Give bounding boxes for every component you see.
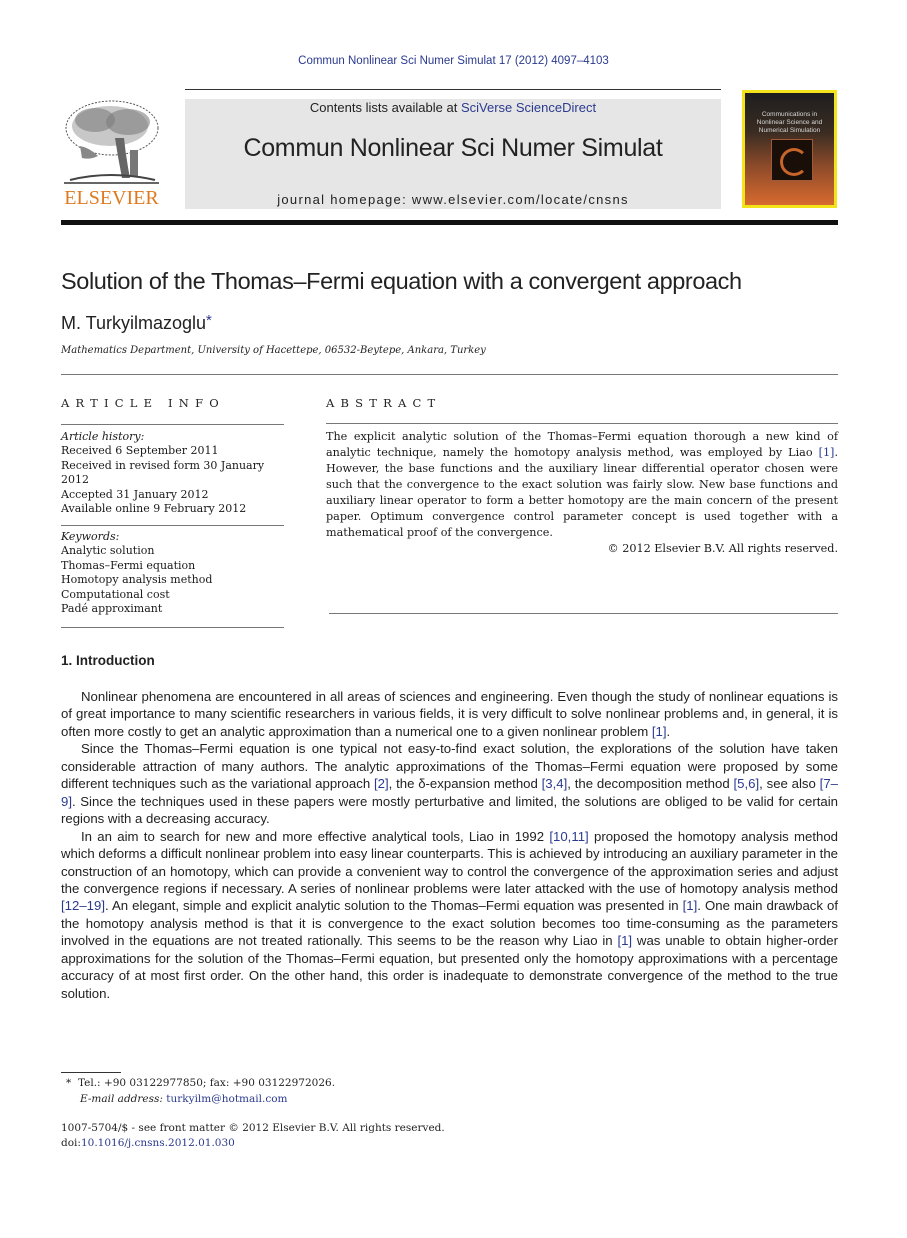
header-top-rule [185,89,721,90]
author-name: M. Turkyilmazoglu [61,313,207,333]
contents-prefix: Contents lists available at [309,100,461,115]
keyword-item: Thomas–Fermi equation [61,558,196,572]
issn-line: 1007-5704/$ - see front matter © 2012 El… [61,1122,445,1134]
author-email-link[interactable]: turkyilm@hotmail.com [166,1093,287,1105]
footnote-rule [61,1072,121,1073]
body-text-run: , see also [759,776,820,792]
citation-link[interactable]: [1] [683,898,698,913]
introduction-body: Nonlinear phenomena are encountered in a… [61,688,838,1002]
citation-link[interactable]: [5,6] [733,776,759,791]
abstract-text-part: . However, the base functions and the au… [326,446,838,539]
history-item: Available online 9 February 2012 [61,502,247,515]
footnote-contact-line: * Tel.: +90 03122977850; fax: +90 031229… [66,1075,335,1091]
article-info-rule [61,423,284,425]
header-thick-rule [61,220,838,225]
body-paragraph: In an aim to search for new and more eff… [61,828,838,1003]
author-line: M. Turkyilmazoglu* [61,312,212,334]
article-info-heading: ARTICLE INFO [61,396,225,410]
history-item: Received 6 September 2011 [61,444,219,457]
body-text-run: Nonlinear phenomena are encountered in a… [61,689,838,739]
elsevier-wordmark: ELSEVIER [64,187,159,209]
abstract-rule [326,423,838,424]
paper-title: Solution of the Thomas–Fermi equation wi… [61,268,742,294]
citation-link[interactable]: [2] [374,776,389,791]
running-head[interactable]: Commun Nonlinear Sci Numer Simulat 17 (2… [0,55,907,67]
body-text-run: . [666,723,671,739]
title-divider [61,374,838,375]
doi-link[interactable]: 10.1016/j.cnsns.2012.01.030 [81,1137,235,1149]
citation-link[interactable]: [10,11] [549,829,588,844]
keyword-item: Padé approximant [61,602,163,615]
abstract-text: The explicit analytic solution of the Th… [326,429,838,541]
footnote-email-line: E-mail address: turkyilm@hotmail.com [66,1091,335,1107]
history-item: Accepted 31 January 2012 [61,487,209,501]
front-matter: 1007-5704/$ - see front matter © 2012 El… [61,1121,445,1151]
citation-link[interactable]: [1] [819,446,835,459]
contents-line: Contents lists available at SciVerse Sci… [185,100,721,115]
keywords-label: Keywords: [61,529,120,543]
article-info: ARTICLE INFO Article history: Received 6… [61,396,284,628]
abstract-copyright: © 2012 Elsevier B.V. All rights reserved… [607,542,838,555]
cover-title: Communications in Nonlinear Science and … [756,111,823,134]
body-paragraph: Nonlinear phenomena are encountered in a… [61,688,838,740]
corresponding-author-mark[interactable]: * [206,312,212,329]
elsevier-tree-icon [64,100,159,184]
elsevier-logo[interactable]: ELSEVIER [60,98,163,210]
doi-prefix: doi: [61,1137,81,1149]
journal-title: Commun Nonlinear Sci Numer Simulat [243,134,663,162]
sciencedirect-link[interactable]: SciVerse ScienceDirect [461,100,596,115]
footnote-contact: Tel.: +90 03122977850; fax: +90 03122972… [77,1077,336,1089]
journal-homepage[interactable]: journal homepage: www.elsevier.com/locat… [185,192,721,207]
body-text-run: In an aim to search for new and more eff… [81,828,550,844]
citation-link[interactable]: [3,4] [542,776,568,791]
journal-cover-image[interactable]: Communications in Nonlinear Science and … [742,90,837,208]
body-text-run: . An elegant, simple and explicit analyt… [105,898,683,914]
abstract-bottom-rule [329,613,838,614]
article-info-bottom-rule [61,626,284,628]
body-text-run: , the decomposition method [567,776,734,792]
abstract-text-part: The explicit analytic solution of the Th… [326,430,838,459]
affiliation: Mathematics Department, University of Ha… [61,345,486,356]
keyword-item: Analytic solution [61,544,155,557]
email-label: E-mail address: [80,1093,163,1105]
cover-art-icon [771,139,813,181]
abstract-heading: ABSTRACT [326,396,442,410]
citation-link[interactable]: [12–19] [61,898,105,913]
footnote-mark: * [66,1077,72,1089]
citation-link[interactable]: [1] [617,933,632,948]
keywords-rule [61,524,284,526]
body-paragraph: Since the Thomas–Fermi equation is one t… [61,740,838,827]
abstract: ABSTRACT The explicit analytic solution … [326,396,838,557]
body-text-run: , the δ-expansion method [388,776,542,792]
keyword-item: Homotopy analysis method [61,573,213,586]
citation-link[interactable]: [1] [652,724,667,739]
keyword-item: Computational cost [61,587,170,601]
footnote: * Tel.: +90 03122977850; fax: +90 031229… [66,1075,335,1107]
section-heading-introduction: 1. Introduction [61,653,155,668]
history-label: Article history: [61,429,145,443]
body-text-run: . Since the techniques used in these pap… [61,793,838,827]
doi-line: doi:10.1016/j.cnsns.2012.01.030 [61,1136,445,1151]
history-item: Received in revised form 30 January 2012 [61,458,265,487]
